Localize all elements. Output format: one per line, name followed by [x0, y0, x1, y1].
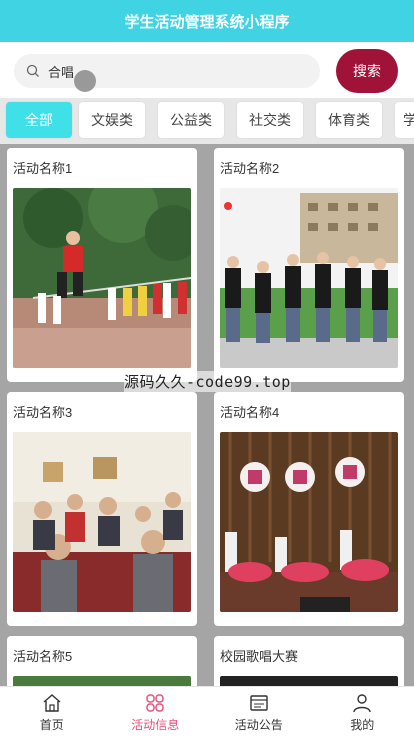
tab-notice[interactable]: 活动公告	[207, 687, 311, 738]
search-bar: 搜索	[0, 42, 414, 98]
activity-card-5[interactable]: 活动名称5	[7, 636, 197, 686]
search-icon	[26, 64, 39, 77]
bottom-tab-bar: 首页 活动信息 活动公告 我的	[0, 686, 414, 738]
category-sports[interactable]: 体育类	[316, 102, 382, 138]
tab-label: 首页	[39, 717, 64, 732]
tab-label: 活动信息	[131, 717, 180, 732]
tab-profile[interactable]: 我的	[311, 687, 414, 738]
activity-title: 活动名称1	[13, 161, 73, 176]
category-social[interactable]: 社交类	[237, 102, 303, 138]
page-title: 学生活动管理系统小程序	[124, 13, 290, 31]
category-tabs: 全部 文娱类 公益类 社交类 体育类 学	[0, 98, 414, 144]
tab-label: 我的	[350, 717, 375, 732]
activity-title: 活动名称3	[13, 405, 73, 420]
category-more[interactable]: 学	[395, 102, 414, 138]
notice-icon	[250, 694, 268, 711]
activity-title: 校园歌唱大赛	[220, 649, 299, 664]
activity-title: 活动名称5	[13, 649, 73, 664]
activity-card-1[interactable]: 活动名称1	[7, 148, 197, 382]
tab-label: 活动公告	[234, 717, 283, 732]
activity-card-2[interactable]: 活动名称2	[214, 148, 404, 382]
activity-image	[13, 188, 191, 368]
activity-card-4[interactable]: 活动名称4	[214, 392, 404, 626]
activity-image	[220, 188, 398, 368]
watermark: 源码久久-code99.top	[124, 371, 291, 392]
search-field[interactable]	[14, 54, 320, 88]
activity-info-icon	[146, 693, 164, 712]
activity-grid: 活动名称1 活动名称2 活动名称3 活动名称4 活动名称5 校园歌唱大赛	[0, 144, 414, 686]
tab-home[interactable]: 首页	[0, 687, 104, 738]
activity-image	[13, 432, 191, 612]
category-entertainment[interactable]: 文娱类	[79, 102, 145, 138]
category-charity[interactable]: 公益类	[158, 102, 224, 138]
tab-activity-info[interactable]: 活动信息	[104, 687, 208, 738]
home-icon	[43, 693, 61, 712]
category-all[interactable]: 全部	[6, 102, 72, 138]
activity-title: 活动名称4	[220, 405, 280, 420]
activity-image	[220, 432, 398, 612]
activity-title: 活动名称2	[220, 161, 280, 176]
activity-image	[220, 676, 398, 686]
activity-card-3[interactable]: 活动名称3	[7, 392, 197, 626]
profile-icon	[353, 693, 371, 712]
touch-cursor	[74, 70, 96, 92]
search-button[interactable]: 搜索	[336, 49, 398, 93]
app-header: 学生活动管理系统小程序	[0, 0, 414, 42]
activity-image	[13, 676, 191, 686]
activity-card-6[interactable]: 校园歌唱大赛	[214, 636, 404, 686]
